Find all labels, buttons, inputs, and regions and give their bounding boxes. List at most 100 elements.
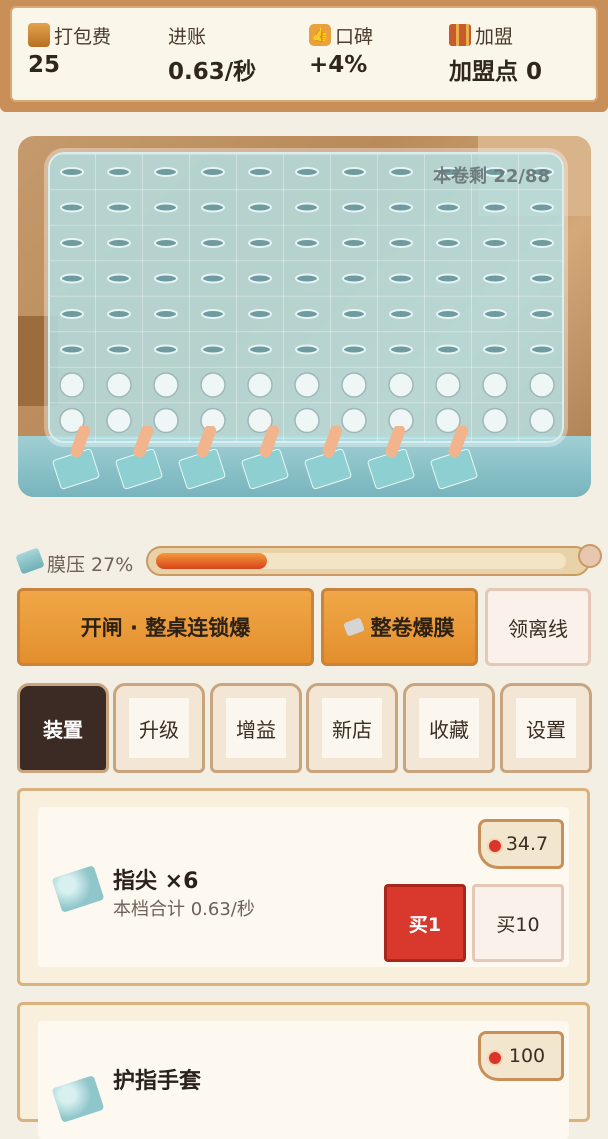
- bubble[interactable]: [529, 372, 555, 398]
- bubble[interactable]: [435, 372, 461, 398]
- popped-bubble: [342, 238, 366, 248]
- stat-franchise-value: 加盟点 0: [449, 59, 543, 85]
- stat-franchise: 加盟 加盟点 0: [449, 22, 542, 86]
- bubble[interactable]: [247, 372, 273, 398]
- tab-boost[interactable]: 增益: [210, 683, 302, 773]
- popped-bubble: [201, 273, 225, 284]
- popped-bubble: [201, 238, 225, 248]
- bubble[interactable]: [200, 372, 226, 398]
- bubble-grid[interactable]: [50, 154, 562, 441]
- popped-bubble: [436, 238, 460, 248]
- popped-bubble: [342, 202, 366, 213]
- popped-bubble: [248, 273, 272, 284]
- offline-reward-button[interactable]: 领离线: [485, 588, 591, 666]
- bubble[interactable]: [388, 372, 414, 398]
- bubble[interactable]: [341, 372, 367, 398]
- popped-bubble: [201, 167, 225, 177]
- stats-panel: 打包费 25 进账 0.63/秒 👍 口碑 +4% 加盟 加盟点 0: [10, 6, 598, 102]
- roll-icon: [342, 617, 365, 637]
- roll-remaining-counter: 本卷剩 22/88: [433, 166, 550, 187]
- item-subtotal: 本档合计 0.63/秒: [113, 899, 255, 920]
- stat-income-value: 0.63/秒: [168, 59, 257, 85]
- popped-bubble: [483, 238, 507, 248]
- item-name: 指尖 ×6: [113, 869, 199, 894]
- popped-bubble: [389, 344, 413, 355]
- price-tag-hole-icon: [487, 838, 503, 854]
- buy-1-label: 买1: [408, 913, 442, 936]
- tab-settings-label: 设置: [516, 698, 576, 758]
- device-card-fingertip: 指尖 ×6 本档合计 0.63/秒 34.7 买1 买10: [17, 788, 590, 986]
- popped-bubble: [248, 309, 272, 319]
- popped-bubble: [201, 309, 225, 319]
- popped-bubble: [389, 309, 413, 319]
- popped-bubble: [60, 238, 84, 248]
- popped-bubble: [436, 202, 460, 213]
- bubble[interactable]: [482, 372, 508, 398]
- popped-bubble: [483, 309, 507, 319]
- chain-burst-label: 开闸 · 整桌连锁爆: [80, 616, 251, 640]
- tab-boost-label: 增益: [226, 698, 286, 758]
- offline-reward-label: 领离线: [508, 616, 568, 641]
- popped-bubble: [295, 273, 319, 284]
- popped-bubble: [483, 273, 507, 284]
- popped-bubble: [389, 238, 413, 248]
- tab-new-shop[interactable]: 新店: [306, 683, 398, 773]
- price-tag: 100: [478, 1031, 564, 1081]
- stats-bar: 打包费 25 进账 0.63/秒 👍 口碑 +4% 加盟 加盟点 0: [0, 0, 608, 112]
- pressure-track: [156, 553, 566, 569]
- popped-bubble: [154, 344, 178, 355]
- finger-tapper: [304, 426, 352, 490]
- bubble[interactable]: [106, 372, 132, 398]
- price-value: 100: [508, 1045, 546, 1067]
- gift-box-icon: [449, 24, 471, 46]
- popped-bubble: [201, 202, 225, 213]
- stat-fee: 打包费 25: [28, 22, 111, 78]
- tab-collection[interactable]: 收藏: [403, 683, 495, 773]
- popped-bubble: [436, 344, 460, 355]
- finger-tapper: [367, 426, 415, 490]
- popped-bubble: [154, 167, 178, 177]
- buy-1-button[interactable]: 买1: [384, 884, 466, 962]
- popped-bubble: [342, 167, 366, 177]
- price-tag-hole-icon: [487, 1050, 503, 1066]
- item-name: 护指手套: [113, 1069, 202, 1094]
- stat-fee-value: 25: [28, 52, 61, 78]
- roll-burst-label: 整卷爆膜: [370, 616, 455, 640]
- finger-tappers: [52, 426, 478, 490]
- stat-income: 进账 0.63/秒: [168, 22, 256, 86]
- stat-reputation-value: +4%: [309, 52, 368, 78]
- bubble-wrap-play-area[interactable]: 本卷剩 22/88: [18, 136, 591, 497]
- popped-bubble: [342, 273, 366, 284]
- popped-bubble: [248, 202, 272, 213]
- pressure-bar-cap: [578, 544, 602, 568]
- bubble[interactable]: [294, 372, 320, 398]
- bubble-wrap-sheet[interactable]: 本卷剩 22/88: [48, 152, 564, 443]
- pressure-bar: [146, 544, 602, 576]
- buy-10-button[interactable]: 买10: [472, 884, 564, 962]
- chain-burst-button[interactable]: 开闸 · 整桌连锁爆: [17, 588, 314, 666]
- popped-bubble: [60, 309, 84, 319]
- popped-bubble: [107, 202, 131, 213]
- tab-devices[interactable]: 装置: [17, 683, 109, 773]
- popped-bubble: [295, 344, 319, 355]
- popped-bubble: [248, 344, 272, 355]
- popped-bubble: [248, 167, 272, 177]
- popped-bubble: [530, 273, 554, 284]
- popped-bubble: [107, 238, 131, 248]
- finger-tapper: [115, 426, 163, 490]
- tab-upgrade[interactable]: 升级: [113, 683, 205, 773]
- film-pressure-icon: [15, 547, 45, 575]
- popped-bubble: [107, 273, 131, 284]
- tab-collection-label: 收藏: [419, 698, 479, 758]
- tab-upgrade-label: 升级: [129, 698, 189, 758]
- popped-bubble: [154, 238, 178, 248]
- popped-bubble: [436, 309, 460, 319]
- stat-reputation: 👍 口碑 +4%: [309, 22, 373, 78]
- popped-bubble: [107, 167, 131, 177]
- bubble[interactable]: [59, 372, 85, 398]
- bubble[interactable]: [153, 372, 179, 398]
- tab-settings[interactable]: 设置: [500, 683, 592, 773]
- coin-stack-icon: [28, 23, 50, 47]
- roll-burst-button[interactable]: 整卷爆膜: [321, 588, 478, 666]
- popped-bubble: [60, 167, 84, 177]
